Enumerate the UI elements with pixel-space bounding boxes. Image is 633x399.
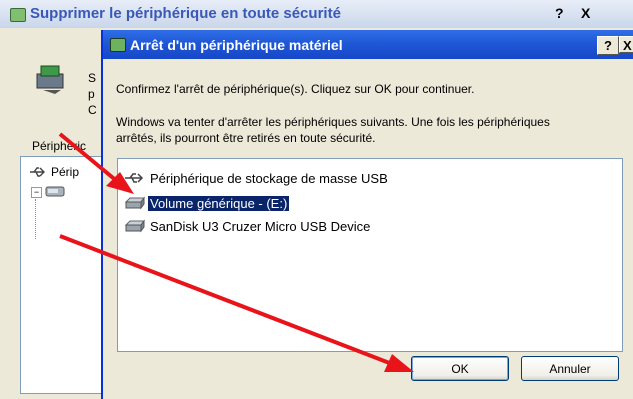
back-tree-item[interactable]: Périp	[51, 165, 79, 179]
confirm-message: Confirmez l'arrêt de périphérique(s). Cl…	[116, 82, 475, 96]
info-message: Windows va tenter d'arrêter les périphér…	[116, 115, 550, 145]
drive-icon	[124, 196, 145, 210]
list-item-label: Volume générique - (E:)	[148, 195, 290, 211]
hardware-removal-icon	[36, 65, 64, 94]
list-item[interactable]: Périphérique de stockage de masse USB	[124, 169, 390, 187]
dialog-titlebar[interactable]: Arrêt d'un périphérique matériel ? X	[103, 30, 633, 59]
tree-collapse-icon[interactable]: −	[31, 187, 42, 198]
back-window-title: Supprimer le périphérique en toute sécur…	[30, 5, 341, 22]
back-window-titlebar[interactable]: Supprimer le périphérique en toute sécur…	[0, 0, 633, 28]
back-help-button[interactable]: ?	[555, 5, 564, 21]
list-item-label: SanDisk U3 Cruzer Micro USB Device	[150, 218, 371, 234]
list-item[interactable]: SanDisk U3 Cruzer Micro USB Device	[124, 217, 372, 235]
list-item-selected[interactable]: Volume générique - (E:)	[124, 194, 290, 212]
back-devices-label: Périphéric	[32, 139, 87, 153]
list-item-label: Périphérique de stockage de masse USB	[150, 170, 388, 186]
device-list[interactable]: Périphérique de stockage de masse USB Vo…	[117, 158, 623, 352]
cancel-button[interactable]: Annuler	[521, 356, 619, 381]
safely-remove-icon	[110, 38, 126, 52]
dialog-title: Arrêt d'un périphérique matériel	[130, 37, 343, 53]
dialog-help-button[interactable]: ?	[597, 36, 619, 55]
usb-icon	[30, 167, 45, 177]
drive-icon	[45, 186, 65, 197]
back-close-button[interactable]: X	[581, 5, 590, 21]
dialog-close-button[interactable]: X	[619, 36, 633, 53]
tree-connector	[35, 199, 37, 239]
drive-icon	[124, 219, 145, 233]
usb-icon	[125, 173, 144, 183]
stop-hardware-dialog: Arrêt d'un périphérique matériel ? X Con…	[101, 30, 633, 399]
ok-button[interactable]: OK	[411, 356, 509, 381]
safely-remove-icon	[10, 8, 26, 22]
back-device-tree[interactable]: Périp −	[20, 156, 112, 394]
back-window-description: S p C	[88, 71, 97, 117]
